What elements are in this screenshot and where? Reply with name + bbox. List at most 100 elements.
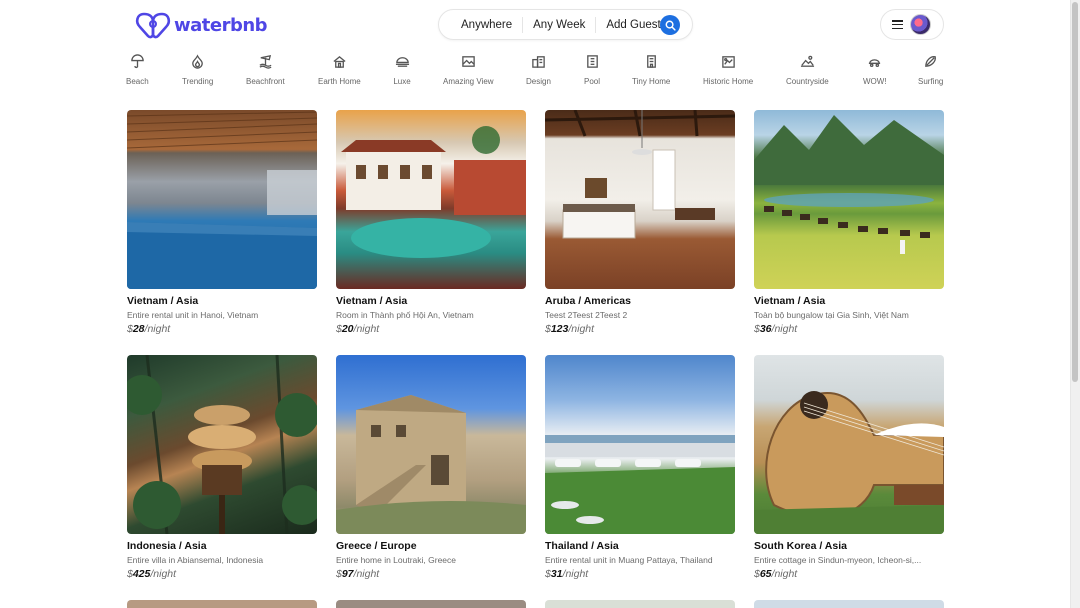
stone-house-image — [336, 395, 526, 534]
category-beachfront[interactable]: Beachfront — [246, 52, 285, 86]
listing-description: Room in Thành phố Hội An, Vietnam — [336, 310, 474, 320]
listing-description: Teest 2Teest 2Teest 2 — [545, 310, 628, 320]
guitar-house-image — [754, 391, 944, 534]
category-beach[interactable]: Beach — [126, 52, 149, 86]
indoor-pool-image — [127, 111, 317, 289]
category-label: Surfing — [918, 77, 944, 86]
listing-price: $97/night — [336, 568, 380, 580]
listing-photo-partial[interactable] — [545, 600, 735, 608]
earth-home-icon — [330, 52, 348, 70]
user-menu-button[interactable] — [880, 9, 944, 40]
listing-photo[interactable] — [127, 110, 317, 289]
category-label: Trending — [182, 77, 214, 86]
category-label: Amazing View — [443, 77, 494, 86]
fire-icon — [189, 52, 207, 70]
listing-price: $65/night — [754, 568, 798, 580]
category-label: Beach — [126, 77, 149, 86]
listing-photo[interactable] — [336, 355, 526, 534]
umbrella-icon — [128, 52, 146, 70]
listing-card[interactable]: Vietnam / Asia Toàn bộ bungalow tại Gia … — [754, 110, 944, 335]
waterbnb-logo-icon — [135, 12, 171, 39]
search-icon — [665, 20, 676, 31]
luxe-icon — [393, 52, 411, 70]
wow-icon — [866, 52, 884, 70]
countryside-image — [754, 115, 944, 254]
listing-price: $28/night — [127, 323, 171, 335]
listing-card[interactable]: Indonesia / Asia Entire villa in Abianse… — [127, 355, 317, 580]
listing-card[interactable]: Greece / Europe Entire home in Loutraki,… — [336, 355, 526, 580]
category-trending[interactable]: Trending — [182, 52, 213, 86]
listing-location: Vietnam / Asia — [336, 295, 408, 307]
brand-name: waterbnb — [174, 14, 268, 36]
listing-photo-partial[interactable] — [127, 600, 317, 608]
category-earth-home[interactable]: Earth Home — [318, 52, 361, 86]
listing-price: $425/night — [127, 568, 177, 580]
logo[interactable]: waterbnb — [134, 10, 268, 40]
villa-pool-image — [341, 126, 526, 258]
listing-description: Entire home in Loutraki, Greece — [336, 555, 457, 565]
listing-card[interactable]: South Korea / Asia Entire cottage in Sin… — [754, 355, 944, 580]
listing-photo[interactable] — [336, 110, 526, 289]
listing-location: Indonesia / Asia — [127, 540, 207, 552]
listing-price: $31/night — [545, 568, 589, 580]
category-bar: Beach Trending Beachfront Earth Home Lux… — [0, 52, 1070, 92]
category-label: Earth Home — [318, 77, 361, 86]
listing-photo[interactable] — [754, 355, 944, 534]
scrollbar-thumb[interactable] — [1072, 2, 1078, 382]
listing-photo[interactable] — [545, 355, 735, 534]
listing-location: Thailand / Asia — [545, 540, 619, 552]
listing-photo[interactable] — [545, 110, 735, 289]
page-scrollbar[interactable] — [1070, 0, 1080, 608]
listing-location: South Korea / Asia — [754, 540, 847, 552]
category-tiny-home[interactable]: Tiny Home — [632, 52, 670, 86]
listing-card[interactable]: Vietnam / Asia Entire rental unit in Han… — [127, 110, 317, 335]
category-label: Design — [526, 77, 551, 86]
listing-description: Entire cottage in Sindun-myeon, Icheon-s… — [754, 555, 922, 565]
category-historic-home[interactable]: Historic Home — [703, 52, 753, 86]
listing-description: Entire rental unit in Muang Pattaya, Tha… — [545, 555, 713, 565]
category-label: Countryside — [786, 77, 829, 86]
listing-location: Vietnam / Asia — [754, 295, 826, 307]
listing-price: $36/night — [754, 323, 798, 335]
listing-price: $20/night — [336, 323, 380, 335]
category-label: WOW! — [863, 77, 887, 86]
countryside-icon — [798, 52, 816, 70]
design-icon — [529, 52, 547, 70]
beachfront-icon — [256, 52, 274, 70]
listing-photo[interactable] — [754, 110, 944, 289]
listing-description: Entire rental unit in Hanoi, Vietnam — [127, 310, 259, 320]
listing-card[interactable]: Aruba / Americas Teest 2Teest 2Teest 2 $… — [545, 110, 735, 335]
category-amazing-view[interactable]: Amazing View — [443, 52, 494, 86]
listing-location: Aruba / Americas — [545, 295, 631, 307]
historic-home-icon — [719, 52, 737, 70]
hamburger-icon — [892, 20, 903, 29]
category-surfing[interactable]: Surfing — [918, 52, 943, 86]
listing-location: Greece / Europe — [336, 540, 417, 552]
bedroom-image — [545, 110, 735, 239]
category-luxe[interactable]: Luxe — [393, 52, 411, 86]
search-button[interactable] — [660, 15, 680, 35]
header: waterbnb Anywhere Any Week Add Guests — [0, 0, 1070, 48]
pool-icon — [583, 52, 601, 70]
listing-card[interactable]: Thailand / Asia Entire rental unit in Mu… — [545, 355, 735, 580]
category-wow[interactable]: WOW! — [863, 52, 887, 86]
search-when[interactable]: Any Week — [522, 16, 597, 33]
search-where[interactable]: Anywhere — [439, 17, 522, 33]
listing-location: Vietnam / Asia — [127, 295, 199, 307]
listing-photo-partial[interactable] — [754, 600, 944, 608]
category-label: Beachfront — [246, 77, 285, 86]
search-bar[interactable]: Anywhere Any Week Add Guests — [438, 9, 693, 40]
beachfront-lawn-image — [545, 435, 735, 534]
listing-photo-partial[interactable] — [336, 600, 526, 608]
listing-card[interactable]: Vietnam / Asia Room in Thành phố Hội An,… — [336, 110, 526, 335]
category-label: Luxe — [393, 77, 411, 86]
category-pool[interactable]: Pool — [583, 52, 601, 86]
category-label: Historic Home — [703, 77, 754, 86]
category-label: Pool — [583, 77, 600, 86]
listing-photo[interactable] — [127, 355, 317, 534]
category-design[interactable]: Design — [526, 52, 551, 86]
category-countryside[interactable]: Countryside — [786, 52, 829, 86]
listing-price: $123/night — [545, 323, 595, 335]
treehouse-image — [127, 355, 317, 534]
surfboard-icon — [922, 52, 940, 70]
